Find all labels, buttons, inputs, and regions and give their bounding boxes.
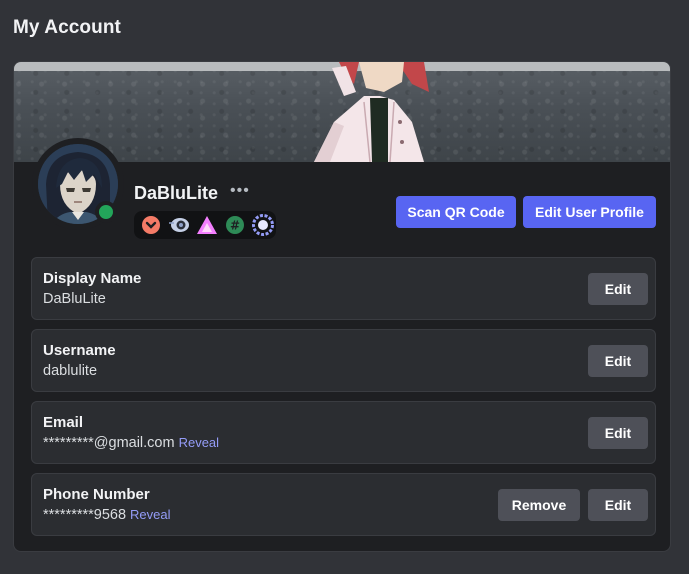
hypesquad-eye-badge-icon[interactable] xyxy=(168,214,190,236)
display-name-label: Display Name xyxy=(43,270,142,287)
email-value: *********@gmail.com xyxy=(43,435,175,451)
email-label: Email xyxy=(43,414,84,431)
account-card: DaBluLite ••• # Scan QR Code Edit User P… xyxy=(13,61,671,552)
edit-phone-button[interactable]: Edit xyxy=(588,489,648,521)
edit-user-profile-button[interactable]: Edit User Profile xyxy=(523,196,656,228)
email-value-line: *********@gmail.com Reveal xyxy=(43,435,219,451)
chevron-badge-icon[interactable] xyxy=(140,214,162,236)
username-row: Username dablulite Edit xyxy=(31,329,656,392)
remove-phone-button[interactable]: Remove xyxy=(498,489,580,521)
display-name-row: Display Name DaBluLite Edit xyxy=(31,257,656,320)
username-label: Username xyxy=(43,342,116,359)
edit-username-button[interactable]: Edit xyxy=(588,345,648,377)
avatar[interactable] xyxy=(32,138,124,230)
profile-banner xyxy=(14,62,670,162)
edit-display-name-button[interactable]: Edit xyxy=(588,273,648,305)
badge-list: # xyxy=(134,211,276,239)
reveal-email-link[interactable]: Reveal xyxy=(179,435,219,450)
display-name-value: DaBluLite xyxy=(43,291,106,307)
svg-text:#: # xyxy=(230,219,240,233)
profile-username: DaBluLite xyxy=(134,183,219,203)
hashtag-badge-icon[interactable]: # xyxy=(224,214,246,236)
phone-number-value-line: *********9568 Reveal xyxy=(43,507,171,523)
gear-badge-icon[interactable] xyxy=(252,214,274,236)
phone-number-row: Phone Number *********9568 Reveal Remove … xyxy=(31,473,656,536)
more-options-icon[interactable]: ••• xyxy=(230,182,250,200)
online-status-indicator xyxy=(95,201,117,223)
scan-qr-code-button[interactable]: Scan QR Code xyxy=(396,196,516,228)
banner-character-art xyxy=(314,62,429,162)
username-value: dablulite xyxy=(43,363,98,379)
reveal-phone-link[interactable]: Reveal xyxy=(130,507,170,522)
phone-number-label: Phone Number xyxy=(43,486,150,503)
edit-email-button[interactable]: Edit xyxy=(588,417,648,449)
page-title: My Account xyxy=(13,17,121,38)
email-row: Email *********@gmail.com Reveal Edit xyxy=(31,401,656,464)
phone-number-value: *********9568 xyxy=(43,507,127,523)
triangle-badge-icon[interactable] xyxy=(196,214,218,236)
